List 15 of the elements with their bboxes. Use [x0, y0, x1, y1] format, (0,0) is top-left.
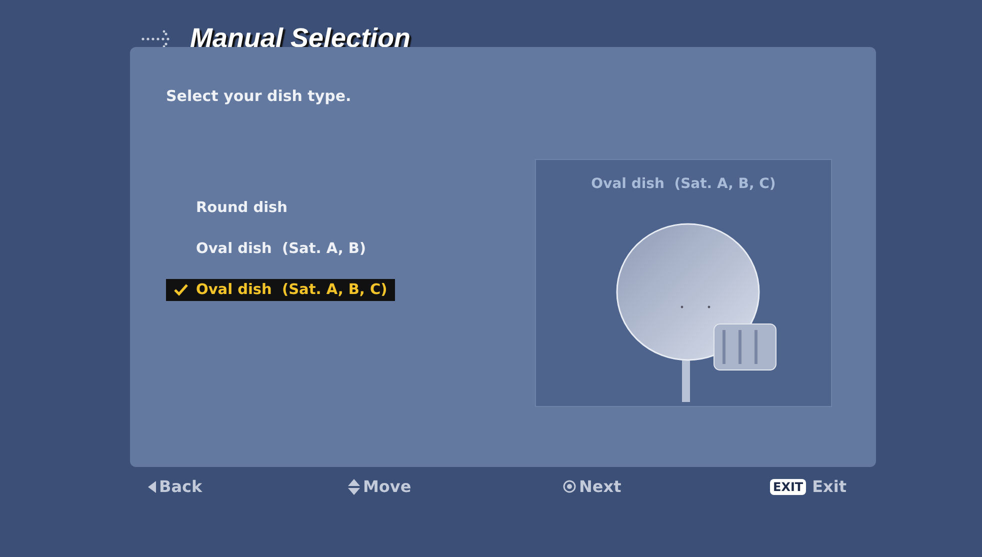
- checkmark-icon: [174, 284, 188, 296]
- exit-key: EXIT: [770, 478, 806, 494]
- dish-option[interactable]: Oval dish (Sat. A, B, C): [166, 279, 396, 301]
- ok-circle-icon: [563, 480, 576, 493]
- footer-hint: Exit: [812, 477, 846, 496]
- up-down-arrows-icon: [348, 478, 360, 494]
- dish-option[interactable]: Oval dish (Sat. A, B): [166, 238, 374, 260]
- prompt-text: Select your dish type.: [166, 87, 352, 105]
- footer-hint: Next: [579, 477, 622, 496]
- preview-caption: Oval dish (Sat. A, B, C): [591, 176, 776, 192]
- screen-title: Manual Selection: [190, 23, 411, 54]
- footer-hint: Move: [363, 477, 412, 496]
- left-triangle-icon: [148, 480, 156, 492]
- dish-option[interactable]: Round dish: [166, 197, 296, 219]
- footer-hint: Back: [159, 477, 202, 496]
